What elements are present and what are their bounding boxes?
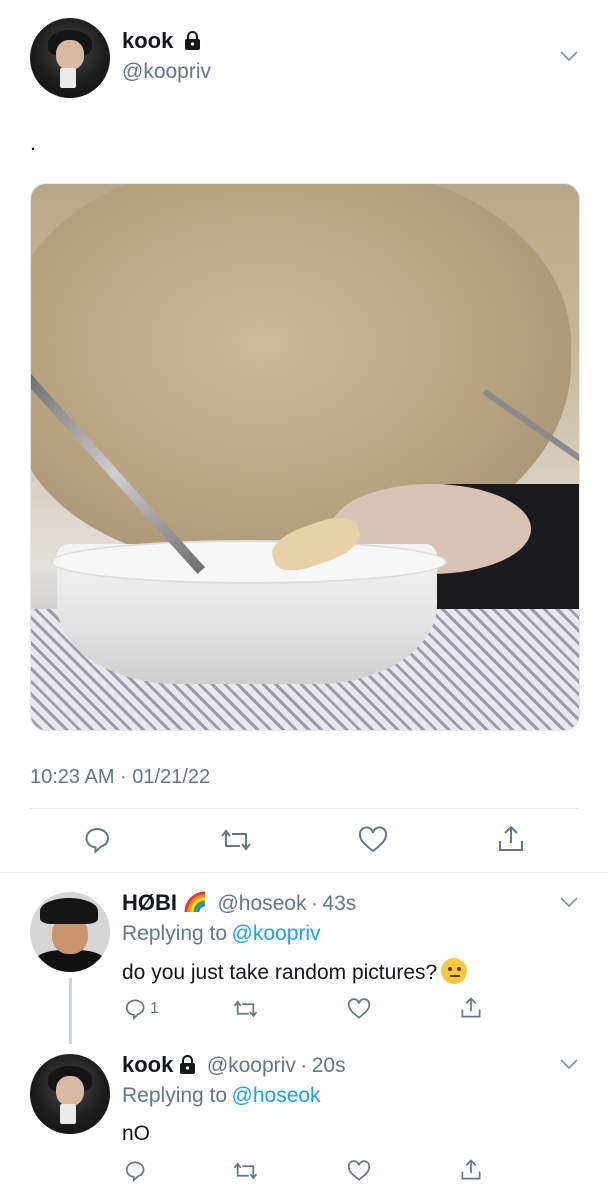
avatar[interactable] bbox=[30, 892, 110, 972]
display-name[interactable]: kook bbox=[122, 1052, 173, 1077]
reply-text: nO bbox=[122, 1122, 151, 1145]
lock-icon bbox=[179, 1055, 196, 1079]
time-ago[interactable]: 43s bbox=[322, 892, 356, 915]
divider bbox=[30, 808, 578, 809]
replying-to-link[interactable]: @hoseok bbox=[232, 1084, 321, 1107]
heart-icon[interactable] bbox=[347, 1160, 371, 1182]
reply-icon[interactable] bbox=[124, 998, 146, 1020]
chevron-down-icon[interactable] bbox=[560, 50, 578, 62]
reply-count: 1 bbox=[150, 1000, 159, 1017]
display-name[interactable]: kook bbox=[122, 28, 173, 53]
heart-icon[interactable] bbox=[347, 998, 371, 1020]
author-handle[interactable]: @koopriv bbox=[122, 60, 211, 84]
reply-icon[interactable] bbox=[83, 826, 111, 854]
avatar[interactable] bbox=[30, 1054, 110, 1134]
reply-text-row: do you just take random pictures? bbox=[122, 958, 468, 985]
replying-prefix: Replying to bbox=[122, 1084, 228, 1107]
reply-icon[interactable] bbox=[124, 1160, 146, 1182]
heart-icon[interactable] bbox=[358, 826, 388, 854]
reply-text: do you just take random pictures? bbox=[122, 961, 438, 984]
replying-to-link[interactable]: @koopriv bbox=[232, 922, 321, 945]
rainbow-icon bbox=[183, 891, 207, 918]
reply-button[interactable]: 1 bbox=[124, 998, 159, 1020]
image-bowl-rim bbox=[51, 540, 447, 584]
display-name[interactable]: HØBI bbox=[122, 890, 177, 915]
author-handle[interactable]: @hoseok bbox=[217, 892, 306, 915]
replying-prefix: Replying to bbox=[122, 922, 228, 945]
share-icon[interactable] bbox=[497, 824, 525, 854]
reply-header: HØBI @hoseok · 43s bbox=[122, 890, 356, 918]
tweet-image[interactable] bbox=[30, 183, 580, 731]
share-icon[interactable] bbox=[460, 996, 482, 1020]
avatar[interactable] bbox=[30, 18, 110, 98]
share-icon[interactable] bbox=[460, 1158, 482, 1182]
lock-icon bbox=[184, 31, 201, 55]
author-name-row[interactable]: kook bbox=[122, 28, 201, 55]
replying-to: Replying to @koopriv bbox=[122, 922, 321, 946]
author-handle[interactable]: @koopriv bbox=[207, 1054, 296, 1077]
chevron-down-icon[interactable] bbox=[560, 1058, 578, 1070]
replying-to: Replying to @hoseok bbox=[122, 1084, 321, 1108]
tweet-text: . bbox=[30, 132, 36, 155]
thread-line bbox=[69, 978, 72, 1044]
tweet-timestamp[interactable]: 10:23 AM · 01/21/22 bbox=[30, 766, 210, 789]
separator: · bbox=[300, 1054, 308, 1077]
time-ago[interactable]: 20s bbox=[312, 1054, 346, 1077]
divider bbox=[0, 872, 608, 873]
retweet-icon[interactable] bbox=[232, 998, 259, 1020]
separator: · bbox=[310, 892, 318, 915]
thinking-face-icon bbox=[441, 958, 468, 984]
retweet-icon[interactable] bbox=[219, 826, 253, 854]
reply-header: kook @koopriv · 20s bbox=[122, 1052, 346, 1079]
retweet-icon[interactable] bbox=[232, 1160, 259, 1182]
chevron-down-icon[interactable] bbox=[560, 896, 578, 908]
